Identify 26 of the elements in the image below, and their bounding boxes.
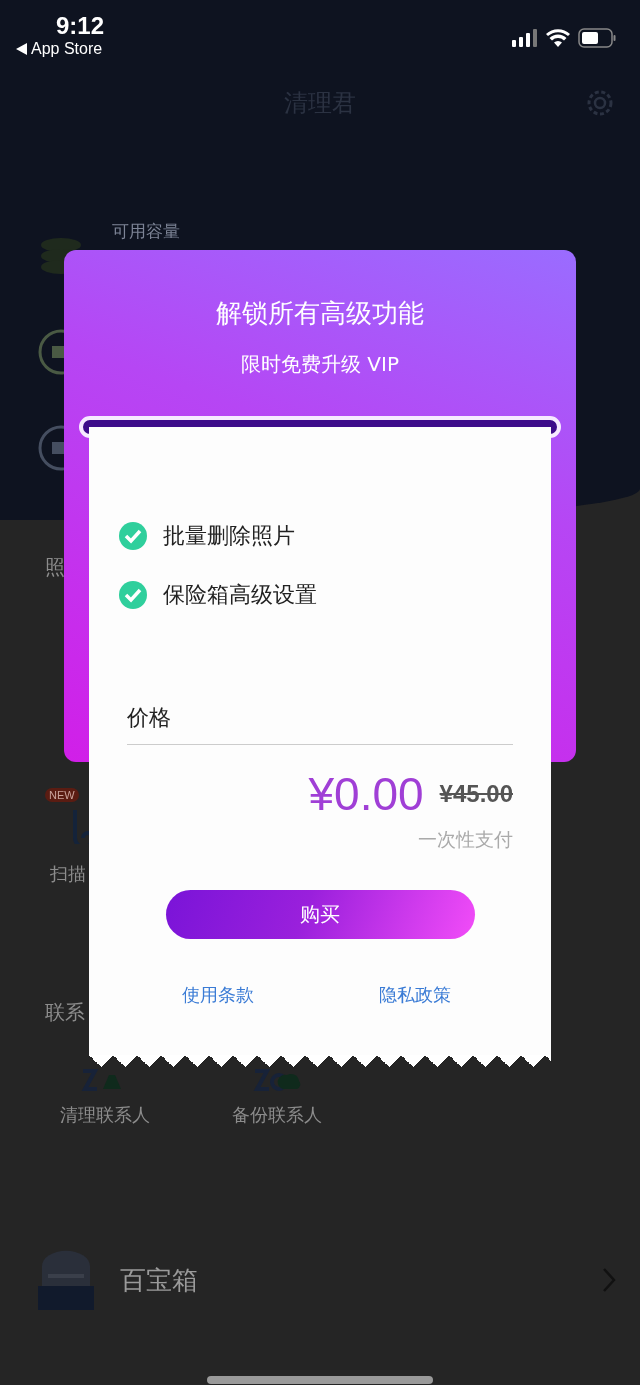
contact-tool-label[interactable]: 备份联系人 (232, 1101, 322, 1128)
feature-label: 保险箱高级设置 (163, 581, 317, 609)
battery-icon (578, 28, 616, 48)
back-icon[interactable] (16, 43, 27, 55)
policy-link[interactable]: 使用条款 (181, 980, 254, 1008)
buy-button[interactable]: 购买 (165, 889, 475, 939)
original-price: ¥45.00 (439, 780, 513, 808)
wifi-icon (546, 29, 570, 47)
price-label: 价格 (127, 704, 172, 732)
payment-note: 一次性支付 (418, 827, 513, 852)
section-title: 联系 (45, 999, 86, 1026)
toolbox-label[interactable]: 百宝箱 (120, 1260, 602, 1300)
new-badge: NEW (45, 788, 79, 802)
contact-tool-label[interactable]: 清理联系人 (60, 1101, 150, 1128)
signal-icon (512, 29, 538, 47)
storage-label: 可用容量 (112, 220, 180, 243)
back-link[interactable]: App Store (31, 40, 103, 58)
section-title: 照 (45, 554, 66, 581)
dialog-title: 解锁所有高级功能 (216, 297, 424, 330)
policy-link[interactable]: 隐私政策 (378, 980, 451, 1008)
status-time: 9:12 (54, 12, 105, 40)
price: ¥0.00 (308, 771, 424, 817)
tool-label[interactable]: 扫描 (50, 860, 105, 887)
feature-label: 批量删除照片 (163, 522, 295, 550)
dialog-subtitle: 限时免费升级 VIP (241, 351, 399, 378)
home-indicator[interactable] (207, 1376, 433, 1384)
